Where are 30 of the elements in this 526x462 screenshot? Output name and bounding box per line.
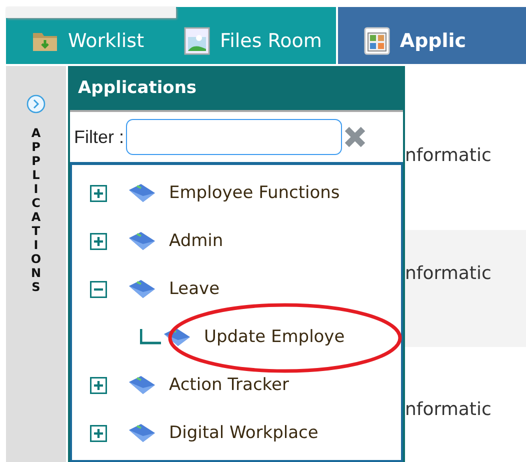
- tab[interactable]: Applic: [336, 7, 526, 64]
- filter-label: Filter :: [74, 126, 124, 148]
- app-icon: [127, 422, 157, 444]
- tree-item[interactable]: Digital Workplace: [169, 423, 318, 443]
- collapse-icon[interactable]: [90, 280, 107, 298]
- tree-item[interactable]: Admin: [169, 231, 224, 251]
- row-text: nformatic: [405, 262, 492, 284]
- expand-icon[interactable]: [90, 232, 107, 250]
- app-icon: [127, 182, 157, 204]
- vertical-label: APPLICATIONS: [30, 126, 42, 294]
- expand-icon[interactable]: [26, 94, 46, 114]
- app-icon: [127, 278, 157, 300]
- tree-item[interactable]: Update Employe: [204, 327, 345, 347]
- tree-item[interactable]: Employee Functions: [169, 183, 340, 203]
- expand-icon[interactable]: [90, 184, 107, 202]
- tree-item[interactable]: Leave: [169, 279, 220, 299]
- picture-icon: [184, 27, 210, 55]
- filter-input[interactable]: [126, 119, 342, 155]
- folder-icon: [32, 30, 58, 52]
- expand-icon[interactable]: [90, 376, 107, 394]
- row-text: nformatic: [405, 399, 492, 420]
- app-icon: [127, 374, 157, 396]
- tree-item[interactable]: Action Tracker: [169, 375, 289, 395]
- app-icon: [127, 230, 157, 252]
- row-text: nformatic: [405, 145, 492, 166]
- expand-icon[interactable]: [90, 424, 107, 442]
- app-icon: [162, 326, 192, 348]
- clear-icon[interactable]: [344, 126, 366, 148]
- window-icon: [364, 27, 390, 55]
- tree-connector: [140, 329, 162, 345]
